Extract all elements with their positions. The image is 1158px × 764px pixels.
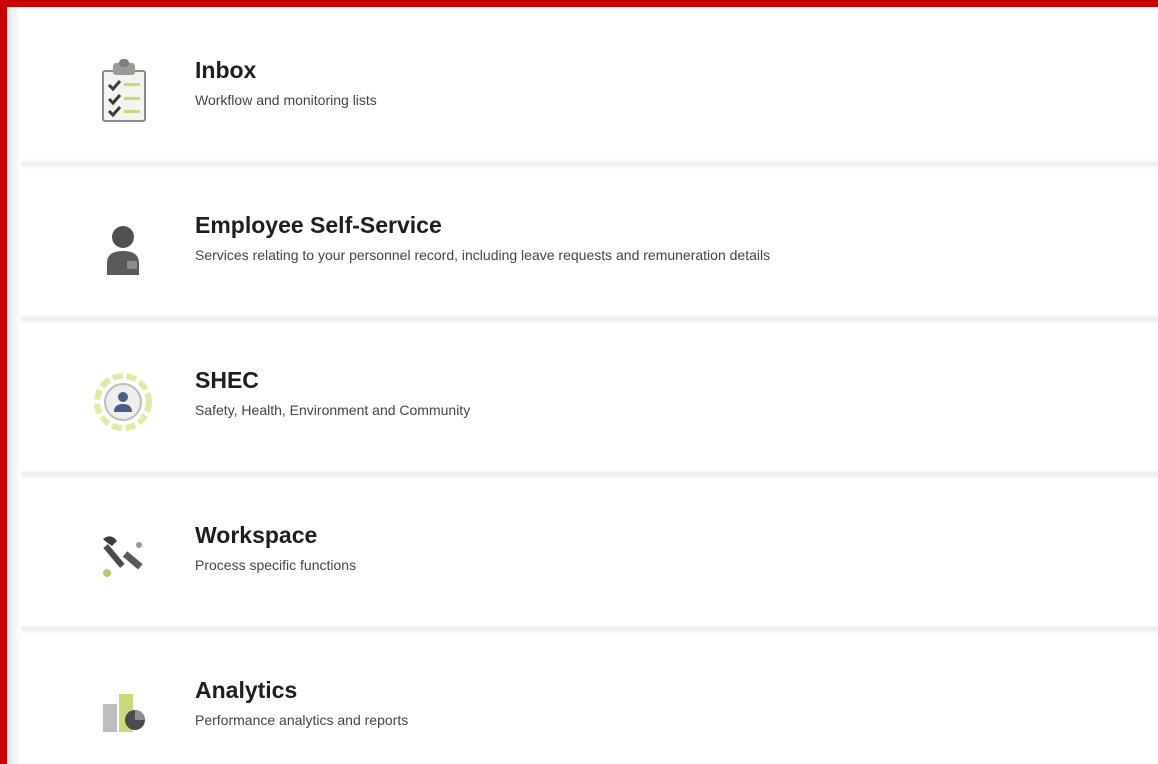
menu-item-text: Workspace Process specific functions [195,521,356,575]
menu-item-title: Workspace [195,522,318,548]
analytics-chart-icon [83,672,163,752]
menu-item-title: Inbox [195,57,257,83]
menu-item-text: Analytics Performance analytics and repo… [195,676,408,730]
tools-wrench-icon [83,517,163,597]
menu-item-title: SHEC [195,367,259,393]
app-frame: Inbox Workflow and monitoring lists Empl… [0,0,1158,764]
employee-person-icon [83,207,163,287]
checklist-clipboard-icon [83,52,163,132]
left-edge-shadow [7,7,21,764]
main-menu-list: Inbox Workflow and monitoring lists Empl… [21,14,1158,764]
menu-item-description: Services relating to your personnel reco… [195,247,771,263]
menu-item-title: Employee Self-Service [195,212,442,238]
menu-item-description: Safety, Health, Environment and Communit… [195,402,471,418]
safety-gear-icon [83,362,163,442]
menu-item-workspace[interactable]: Workspace Process specific functions [21,479,1158,634]
menu-item-shec[interactable]: SHEC Safety, Health, Environment and Com… [21,324,1158,479]
menu-item-description: Workflow and monitoring lists [195,92,377,108]
menu-item-text: Inbox Workflow and monitoring lists [195,56,377,110]
menu-item-description: Process specific functions [195,557,357,573]
menu-item-analytics[interactable]: Analytics Performance analytics and repo… [21,634,1158,764]
menu-item-employee-self-service[interactable]: Employee Self-Service Services relating … [21,169,1158,324]
menu-item-title: Analytics [195,677,298,703]
menu-item-text: Employee Self-Service Services relating … [195,211,770,265]
menu-item-description: Performance analytics and reports [195,712,409,728]
menu-item-inbox[interactable]: Inbox Workflow and monitoring lists [21,14,1158,169]
menu-item-text: SHEC Safety, Health, Environment and Com… [195,366,470,420]
